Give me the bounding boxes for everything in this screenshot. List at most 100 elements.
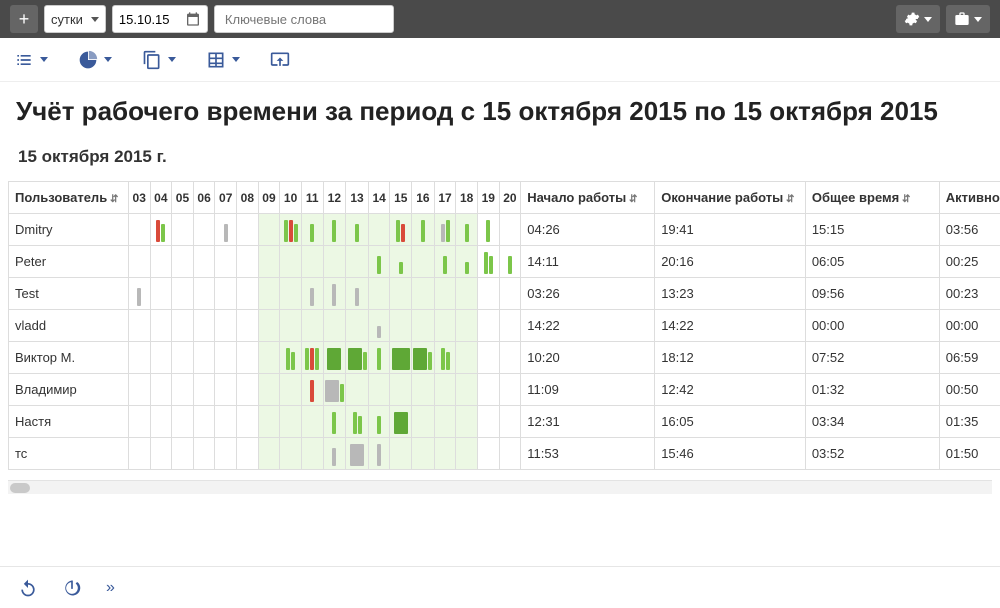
hour-cell [128, 214, 150, 246]
hour-cell [172, 278, 194, 310]
hour-cell [215, 374, 237, 406]
table-row[interactable]: Dmitry04:2619:4115:1503:561 [9, 214, 1000, 246]
column-header[interactable]: 15 [390, 182, 412, 214]
value-cell: 01:35 [939, 406, 1000, 438]
column-header[interactable]: 13 [346, 182, 369, 214]
hour-cell [128, 278, 150, 310]
hour-cell [499, 214, 521, 246]
table-row[interactable]: Test03:2613:2309:5600:230 [9, 278, 1000, 310]
hour-cell [193, 310, 215, 342]
hour-cell [280, 342, 302, 374]
hour-cell [499, 278, 521, 310]
table-row[interactable]: Виктор М.10:2018:1207:5206:590 [9, 342, 1000, 374]
column-header[interactable]: 18 [456, 182, 478, 214]
column-header[interactable]: 11 [301, 182, 323, 214]
expand-icon[interactable]: » [106, 579, 111, 597]
value-cell: 11:53 [521, 438, 655, 470]
list-icon [14, 50, 34, 70]
column-header[interactable]: 05 [172, 182, 194, 214]
date-input[interactable] [119, 12, 179, 27]
user-cell: Настя [9, 406, 129, 438]
period-select[interactable]: сутки [44, 5, 106, 33]
table-row[interactable]: Владимир11:0912:4201:3200:500 [9, 374, 1000, 406]
hour-cell [346, 310, 369, 342]
hour-cell [258, 374, 280, 406]
column-header[interactable]: 16 [412, 182, 435, 214]
column-header[interactable]: 08 [237, 182, 259, 214]
hour-cell [215, 246, 237, 278]
column-header[interactable]: 03 [128, 182, 150, 214]
calendar-icon[interactable] [185, 11, 201, 27]
power-icon[interactable] [62, 578, 82, 598]
user-cell: Виктор М. [9, 342, 129, 374]
copy-button[interactable] [142, 50, 176, 70]
column-header[interactable]: Общее время [805, 182, 939, 214]
hour-cell [478, 374, 500, 406]
hour-cell [172, 374, 194, 406]
hour-cell [346, 342, 369, 374]
hour-cell [150, 374, 172, 406]
column-header[interactable]: Пользователь [9, 182, 129, 214]
value-cell: 16:05 [655, 406, 806, 438]
add-button[interactable]: + [10, 5, 38, 33]
briefcase-button[interactable] [946, 5, 990, 33]
list-view-button[interactable] [14, 50, 48, 70]
chart-view-button[interactable] [78, 50, 112, 70]
table-view-button[interactable] [206, 50, 240, 70]
column-header[interactable]: 09 [258, 182, 280, 214]
refresh-icon[interactable] [18, 578, 38, 598]
column-header[interactable]: 20 [499, 182, 521, 214]
table-row[interactable]: тс11:5315:4603:5201:500 [9, 438, 1000, 470]
top-toolbar: + сутки [0, 0, 1000, 38]
hour-cell [390, 406, 412, 438]
hour-cell [193, 214, 215, 246]
hour-cell [301, 278, 323, 310]
value-cell: 11:09 [521, 374, 655, 406]
hour-cell [456, 214, 478, 246]
value-cell: 12:31 [521, 406, 655, 438]
table-row[interactable]: vladd14:2214:2200:0000:000 [9, 310, 1000, 342]
hour-cell [456, 342, 478, 374]
horizontal-scrollbar[interactable] [8, 480, 992, 494]
scrollbar-thumb[interactable] [10, 483, 30, 493]
table-row[interactable]: Настя12:3116:0503:3401:350 [9, 406, 1000, 438]
report-area: 15 октября 2015 г. Пользователь030405060… [0, 135, 1000, 480]
column-header[interactable]: 12 [323, 182, 346, 214]
value-cell: 15:46 [655, 438, 806, 470]
page-title: Учёт рабочего времени за период с 15 окт… [0, 82, 1000, 135]
hour-cell [193, 438, 215, 470]
column-header[interactable]: 06 [193, 182, 215, 214]
column-header[interactable]: 17 [434, 182, 456, 214]
chevron-down-icon [924, 17, 932, 22]
report-toolbar [0, 38, 1000, 82]
hour-cell [434, 406, 456, 438]
bottom-toolbar: » [0, 566, 1000, 608]
table-row[interactable]: Peter14:1120:1606:0500:250 [9, 246, 1000, 278]
hour-cell [280, 406, 302, 438]
date-field[interactable] [112, 5, 208, 33]
hour-cell [323, 438, 346, 470]
hour-cell [150, 406, 172, 438]
column-header[interactable]: 07 [215, 182, 237, 214]
settings-button[interactable] [896, 5, 940, 33]
column-header[interactable]: 19 [478, 182, 500, 214]
export-button[interactable] [270, 50, 290, 70]
hour-cell [128, 406, 150, 438]
column-header[interactable]: Начало работы [521, 182, 655, 214]
hour-cell [499, 406, 521, 438]
column-header[interactable]: 04 [150, 182, 172, 214]
hour-cell [368, 246, 390, 278]
column-header[interactable]: 10 [280, 182, 302, 214]
column-header[interactable]: 14 [368, 182, 390, 214]
value-cell: 01:50 [939, 438, 1000, 470]
hour-cell [456, 438, 478, 470]
hour-cell [150, 246, 172, 278]
search-input[interactable] [214, 5, 394, 33]
hour-cell [172, 406, 194, 438]
user-cell: vladd [9, 310, 129, 342]
hour-cell [478, 278, 500, 310]
hour-cell [128, 246, 150, 278]
column-header[interactable]: Окончание работы [655, 182, 806, 214]
hour-cell [412, 214, 435, 246]
column-header[interactable]: Активное время [939, 182, 1000, 214]
